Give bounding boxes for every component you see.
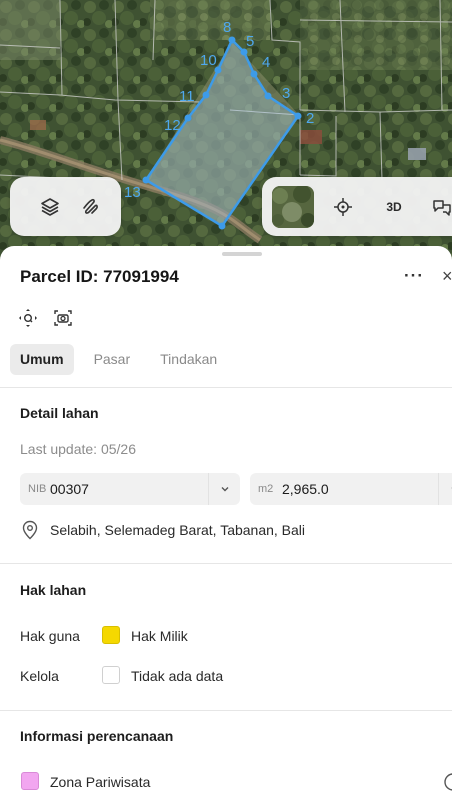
satellite-map[interactable]: 8 5 10 4 11 3 12 2 13 3D: [0, 0, 452, 262]
map-tools-left: [10, 177, 121, 236]
rights-heading: Hak lahan: [20, 582, 87, 598]
tab-umum[interactable]: Umum: [10, 344, 74, 375]
nib-field[interactable]: NIB 00307: [20, 473, 240, 505]
info-icon[interactable]: [443, 772, 452, 792]
address-text: Selabih, Selemadeg Barat, Tabanan, Bali: [50, 522, 306, 538]
locate-button[interactable]: [327, 191, 359, 223]
tab-tindakan[interactable]: Tindakan: [150, 344, 227, 375]
drag-handle[interactable]: [222, 252, 262, 256]
compare-button[interactable]: [426, 191, 452, 223]
vertex-label-13: 13: [124, 184, 141, 201]
basemap-thumbnail-button[interactable]: [272, 186, 314, 228]
draw-button[interactable]: [75, 192, 105, 222]
vertex-label-2: 2: [306, 110, 315, 127]
kelola-value: Tidak ada data: [131, 668, 224, 684]
satellite-thumbnail-icon: [272, 186, 314, 228]
zone-label: Zona Pariwisata: [50, 774, 151, 790]
area-prefix: m2: [258, 483, 274, 495]
vertex-label-5: 5: [246, 33, 255, 50]
more-options-button[interactable]: ···: [404, 266, 424, 286]
vertex-label-10: 10: [200, 52, 217, 69]
vertex-label-3: 3: [282, 85, 291, 102]
divider: [0, 387, 452, 388]
zone-swatch: [21, 772, 39, 790]
parcel-title: Parcel ID: 77091994: [20, 267, 179, 286]
area-value: 2,965.0: [282, 481, 329, 497]
area-dropdown[interactable]: [438, 473, 452, 505]
area-field[interactable]: m2 2,965.0: [250, 473, 452, 505]
hak-guna-value: Hak Milik: [131, 628, 188, 644]
tab-pasar[interactable]: Pasar: [84, 344, 141, 375]
nib-value: 00307: [50, 481, 89, 497]
draw-icon: [83, 198, 98, 214]
nib-prefix: NIB: [28, 483, 47, 495]
divider: [0, 563, 452, 564]
vertex-label-12: 12: [164, 117, 181, 134]
crosshair-icon: [334, 198, 352, 216]
hak-guna-label: Hak guna: [20, 628, 80, 644]
map-tools-right: 3D: [262, 177, 452, 236]
nib-dropdown[interactable]: [208, 473, 240, 505]
last-update-text: Last update: 05/26: [20, 441, 136, 457]
screenshot-icon[interactable]: [53, 308, 73, 328]
vertex-label-4: 4: [262, 54, 271, 71]
location-pin-icon: [22, 520, 38, 540]
divider: [0, 710, 452, 711]
planning-heading: Informasi perencanaan: [20, 728, 174, 744]
sheet-tabs: Umum Pasar Tindakan: [10, 344, 227, 375]
zoom-to-parcel-icon[interactable]: [18, 308, 38, 328]
detail-heading: Detail lahan: [20, 405, 99, 421]
parcel-detail-sheet: Parcel ID: 77091994 ··· × Umum Pasar Tin…: [0, 246, 452, 804]
layers-icon: [41, 198, 59, 216]
compare-icon: [433, 200, 451, 216]
close-button[interactable]: ×: [442, 266, 452, 287]
kelola-swatch: [102, 666, 120, 684]
chevron-down-icon: [221, 487, 228, 492]
vertex-label-11: 11: [179, 88, 195, 105]
layers-button[interactable]: [35, 192, 65, 222]
kelola-label: Kelola: [20, 668, 59, 684]
chevron-down-icon: [451, 487, 452, 489]
mode-3d-button[interactable]: 3D: [378, 191, 410, 223]
vertex-label-8: 8: [223, 19, 232, 36]
hak-guna-swatch: [102, 626, 120, 644]
